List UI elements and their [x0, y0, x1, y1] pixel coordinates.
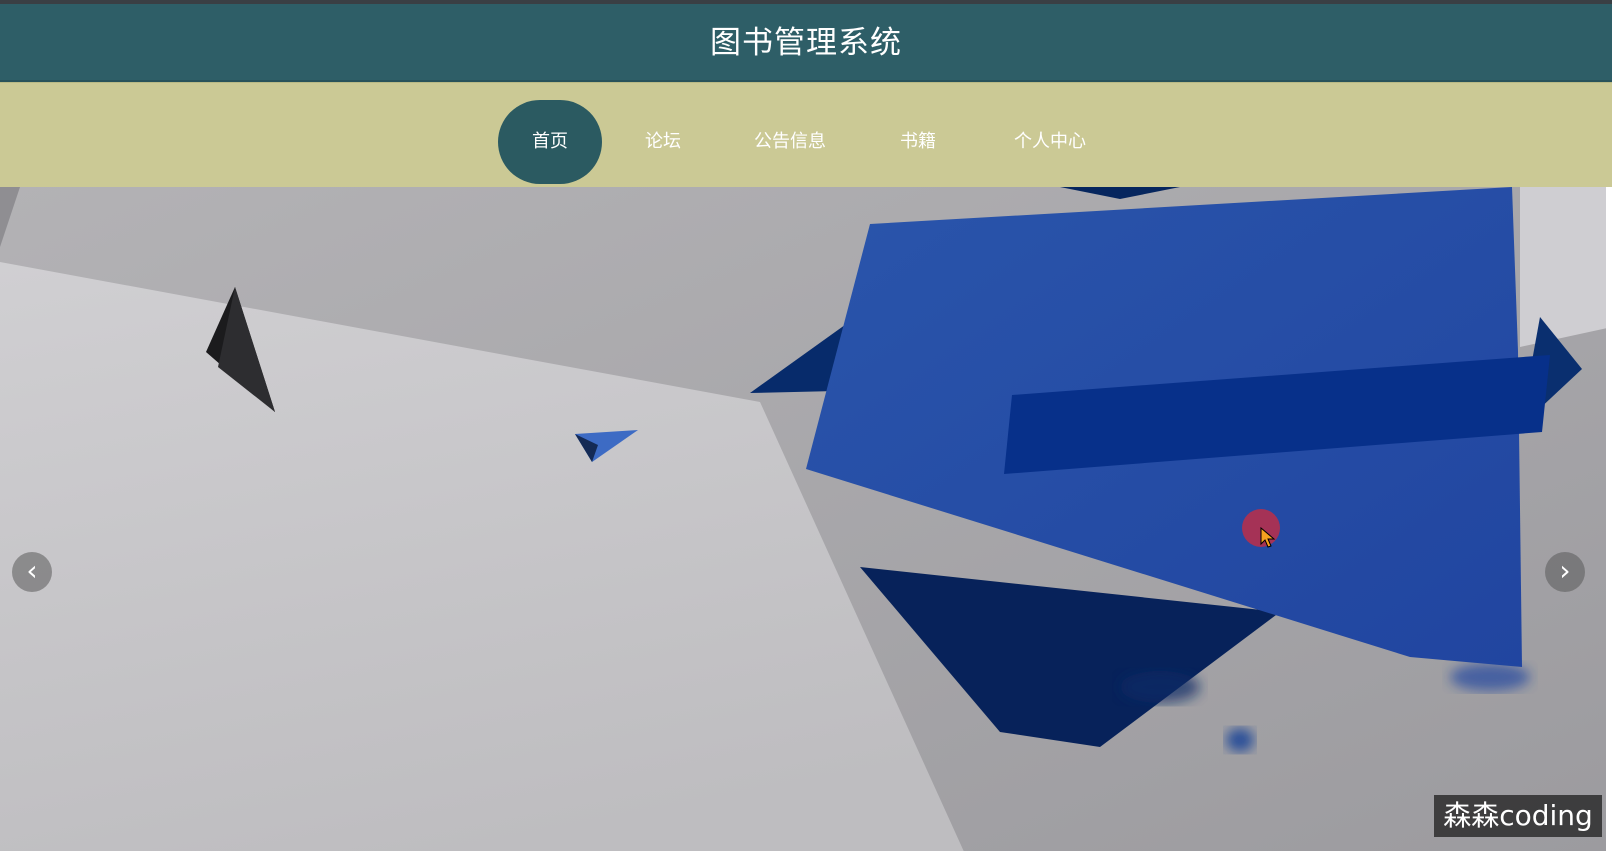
scrollbar-track[interactable]	[1606, 187, 1612, 851]
nav-item-home[interactable]: 首页	[498, 100, 602, 184]
carousel-prev-button[interactable]: ‹	[12, 552, 52, 592]
chevron-right-icon: ›	[1559, 554, 1571, 587]
nav-item-announcements[interactable]: 公告信息	[736, 100, 844, 184]
site-header: 图书管理系统	[0, 4, 1612, 82]
nav-item-personal-center[interactable]: 个人中心	[996, 100, 1104, 184]
mouse-cursor-icon	[1260, 527, 1276, 548]
watermark: 森森coding	[1434, 795, 1602, 837]
banner-blur-dot	[1226, 728, 1254, 752]
banner-blur-shape-2	[1450, 663, 1530, 691]
nav-item-forum[interactable]: 论坛	[622, 100, 704, 184]
banner-blur-shape-1	[1120, 671, 1200, 703]
chevron-left-icon: ‹	[26, 554, 38, 587]
main-nav: 首页 论坛 公告信息 书籍 个人中心	[0, 82, 1612, 188]
page: 图书管理系统 首页 论坛 公告信息 书籍 个人中心 ‹ › 森森coding	[0, 0, 1612, 851]
banner-carousel[interactable]: ‹ ›	[0, 187, 1612, 851]
carousel-next-button[interactable]: ›	[1545, 552, 1585, 592]
banner-right-light-shape	[1520, 187, 1612, 347]
site-title: 图书管理系统	[710, 25, 902, 61]
nav-item-books[interactable]: 书籍	[880, 100, 956, 184]
banner-image	[0, 187, 1612, 851]
